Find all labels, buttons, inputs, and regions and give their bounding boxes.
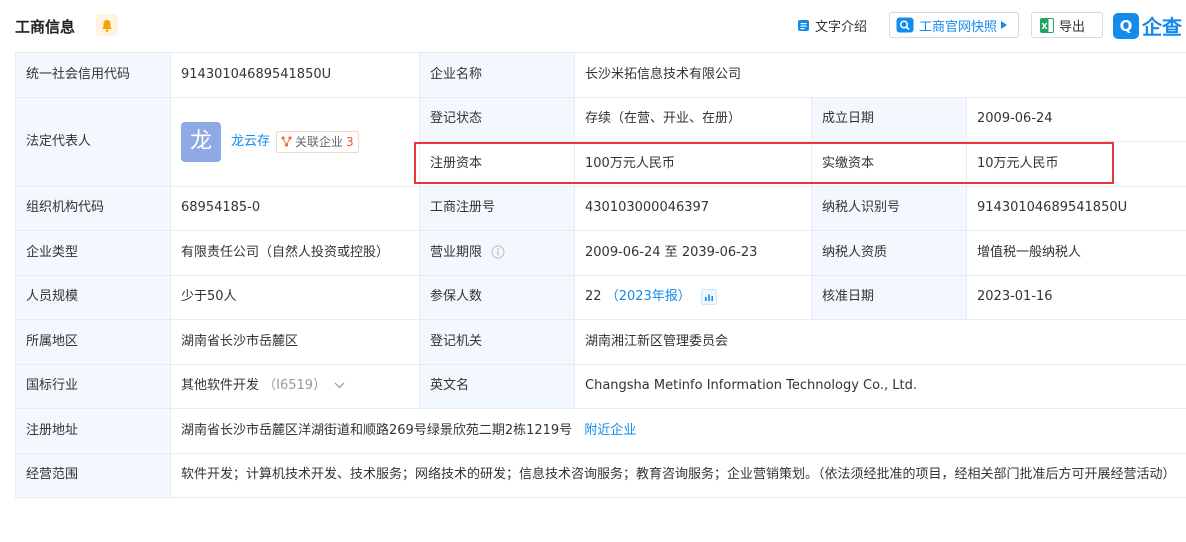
english-name-label: 英文名 <box>419 363 575 409</box>
credit-code-label: 统一社会信用代码 <box>15 52 171 98</box>
text-intro-label: 文字介绍 <box>815 19 868 35</box>
section-title: 工商信息 <box>15 18 76 36</box>
reg-status-label: 登记状态 <box>419 96 575 142</box>
region-label: 所属地区 <box>15 319 171 365</box>
taxpayer-qual-label: 纳税人资质 <box>811 230 967 276</box>
company-type-value: 有限责任公司（自然人投资或控股） <box>170 230 420 276</box>
company-type-label: 企业类型 <box>15 230 171 276</box>
official-snapshot-label: 工商官网快照 <box>919 19 998 35</box>
export-label: 导出 <box>1059 19 1086 35</box>
nearby-companies-link[interactable]: 附近企业 <box>584 423 636 438</box>
table-row: 统一社会信用代码 91430104689541850U 企业名称 长沙米拓信息技… <box>15 52 1186 98</box>
reg-capital-label: 注册资本 <box>419 141 575 187</box>
legal-rep-cell: 龙 龙云存 关联企业 3 <box>170 96 420 187</box>
snapshot-icon <box>896 17 914 33</box>
authority-value: 湖南湘江新区管理委员会 <box>573 319 1186 365</box>
table-row: 国标行业 其他软件开发 （I6519） 英文名 Changsha Metinfo… <box>15 363 1186 409</box>
table-row: 经营范围 软件开发；计算机技术开发、技术服务；网络技术的研发；信息技术咨询服务；… <box>15 452 1186 498</box>
insured-label: 参保人数 <box>419 274 575 320</box>
network-icon <box>281 136 292 147</box>
credit-code-value: 91430104689541850U <box>170 52 420 98</box>
text-intro-button[interactable]: 文字介绍 <box>797 12 867 38</box>
insured-cell: 22 （2023年报） <box>574 274 812 320</box>
taxpayer-id-value: 91430104689541850U <box>965 185 1186 231</box>
term-value: 2009-06-24 至 2039-06-23 <box>574 230 812 276</box>
industry-value: 其他软件开发 <box>181 378 260 394</box>
staff-size-label: 人员规模 <box>15 274 171 320</box>
industry-code: （I6519） <box>263 378 327 394</box>
brand-mark: Q <box>1113 12 1139 39</box>
insured-count: 22 <box>585 289 602 305</box>
legal-rep-label: 法定代表人 <box>15 96 171 187</box>
term-label-cell: 营业期限 <box>419 230 575 276</box>
brand-name: 企查 <box>1142 15 1182 39</box>
staff-size-value: 少于50人 <box>170 274 420 320</box>
english-name-value: Changsha Metinfo Information Technology … <box>573 363 1186 409</box>
document-icon <box>797 19 810 32</box>
table-row: 组织机构代码 68954185-0 工商注册号 430103000046397 … <box>15 185 1186 231</box>
scope-value: 软件开发；计算机技术开发、技术服务；网络技术的研发；信息技术咨询服务；教育咨询服… <box>169 452 1186 498</box>
svg-text:X: X <box>1041 22 1048 31</box>
address-label: 注册地址 <box>15 408 171 454</box>
caret-right-icon <box>1001 21 1008 29</box>
taxpayer-id-label: 纳税人识别号 <box>811 185 967 231</box>
paid-capital-label: 实缴资本 <box>811 141 967 187</box>
industry-label: 国标行业 <box>15 363 171 409</box>
org-code-label: 组织机构代码 <box>15 185 171 231</box>
section-header: 工商信息 文字介绍 工商官网快照 X 导出 Q 企查 <box>0 0 1186 52</box>
reg-status-value: 存续（在营、开业、在册） <box>574 96 812 142</box>
founded-label: 成立日期 <box>811 96 967 142</box>
related-companies-count: 3 <box>346 134 354 149</box>
related-companies-tag[interactable]: 关联企业 3 <box>276 130 359 153</box>
region-value: 湖南省长沙市岳麓区 <box>170 319 420 365</box>
paid-capital-value: 10万元人民币 <box>965 141 1186 187</box>
avatar[interactable]: 龙 <box>181 121 221 162</box>
biz-reg-no-label: 工商注册号 <box>419 185 575 231</box>
table-row: 法定代表人 龙 龙云存 关联企业 3 登记状态 存续（在营、开业、在册） 成立日… <box>15 96 1186 187</box>
business-info-table: 统一社会信用代码 91430104689541850U 企业名称 长沙米拓信息技… <box>15 52 1186 498</box>
legal-rep-name-link[interactable]: 龙云存 <box>231 132 270 152</box>
official-snapshot-button[interactable]: 工商官网快照 <box>889 12 1019 38</box>
trend-chart-icon[interactable] <box>700 288 717 305</box>
table-row: 所属地区 湖南省长沙市岳麓区 登记机关 湖南湘江新区管理委员会 <box>15 319 1186 365</box>
term-label: 营业期限 <box>430 244 483 260</box>
reg-capital-value: 100万元人民币 <box>574 141 812 187</box>
excel-icon: X <box>1040 17 1054 33</box>
industry-cell[interactable]: 其他软件开发 （I6519） <box>170 363 420 409</box>
related-companies-label: 关联企业 <box>295 134 344 149</box>
founded-value: 2009-06-24 <box>965 96 1186 142</box>
biz-reg-no-value: 430103000046397 <box>574 185 812 231</box>
table-row: 人员规模 少于50人 参保人数 22 （2023年报） 核准日期 2023-01… <box>15 274 1186 320</box>
brand-logo: Q 企查 <box>1113 11 1182 40</box>
scope-label: 经营范围 <box>15 452 171 498</box>
info-icon[interactable] <box>491 245 505 259</box>
address-cell: 湖南省长沙市岳麓区洋湖街道和顺路269号绿景欣苑二期2栋1219号 附近企业 <box>169 408 1186 454</box>
bell-icon[interactable] <box>96 14 118 36</box>
org-code-value: 68954185-0 <box>170 185 420 231</box>
address-value: 湖南省长沙市岳麓区洋湖街道和顺路269号绿景欣苑二期2栋1219号 <box>181 422 573 438</box>
authority-label: 登记机关 <box>419 319 575 365</box>
company-name-value: 长沙米拓信息技术有限公司 <box>573 52 1186 98</box>
chevron-down-icon[interactable] <box>334 382 345 389</box>
approved-label: 核准日期 <box>811 274 967 320</box>
table-row: 企业类型 有限责任公司（自然人投资或控股） 营业期限 2009-06-24 至 … <box>15 230 1186 276</box>
approved-value: 2023-01-16 <box>965 274 1186 320</box>
company-name-label: 企业名称 <box>419 52 575 98</box>
table-row: 注册地址 湖南省长沙市岳麓区洋湖街道和顺路269号绿景欣苑二期2栋1219号 附… <box>15 408 1186 454</box>
taxpayer-qual-value: 增值税一般纳税人 <box>965 230 1186 276</box>
export-button[interactable]: X 导出 <box>1031 12 1103 38</box>
annual-report-link[interactable]: （2023年报） <box>606 289 691 304</box>
